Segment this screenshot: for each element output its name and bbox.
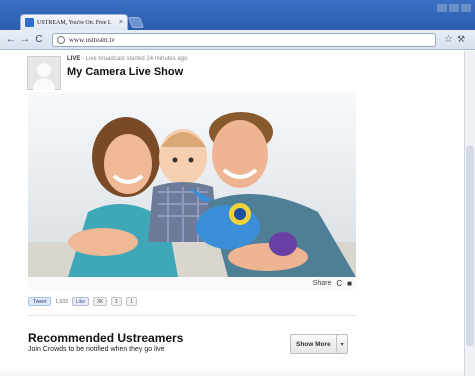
recommended-title: Recommended Ustreamers <box>28 331 184 345</box>
minimize-button[interactable] <box>437 4 447 12</box>
share-button[interactable]: Share <box>313 280 332 287</box>
ustream-favicon-icon <box>25 18 34 27</box>
back-icon[interactable]: ← <box>4 34 18 45</box>
like-count: 3K <box>93 297 108 306</box>
tab-title: USTREAM, You're On. Free L <box>37 19 112 26</box>
new-tab-button[interactable] <box>127 17 145 28</box>
address-bar[interactable]: www.ustream.tv <box>52 32 436 47</box>
wrench-menu-icon[interactable]: ⚒ <box>457 34 465 45</box>
page-bottom-fade <box>0 368 464 376</box>
share-count: 1 <box>126 297 138 306</box>
live-status-line: LIVE - Live broadcast started 24 minutes… <box>67 56 187 62</box>
video-frame-image <box>28 92 356 277</box>
fullscreen-icon[interactable]: ■ <box>347 279 352 288</box>
window-controls <box>437 4 471 12</box>
social-bar: Tweet 1,633 Like 3K Σ 1 <box>28 297 138 306</box>
tweet-button[interactable]: Tweet <box>28 297 52 306</box>
show-more-button[interactable]: Show More ▾ <box>290 334 348 354</box>
recommended-subtitle: Join Crowds to be notified when they go … <box>28 346 165 353</box>
player-controls: Share C ■ <box>28 277 356 290</box>
show-more-label[interactable]: Show More <box>291 341 336 348</box>
browser-toolbar: ← → C www.ustream.tv ☆ ⚒ <box>0 30 475 50</box>
tweet-count: 1,633 <box>55 298 68 305</box>
close-window-button[interactable] <box>461 4 471 12</box>
url-text[interactable]: www.ustream.tv <box>69 36 115 44</box>
maximize-button[interactable] <box>449 4 459 12</box>
live-status-text: - Live broadcast started 24 minutes ago <box>80 56 188 62</box>
scrollbar-thumb[interactable] <box>466 146 474 346</box>
reload-icon[interactable]: C <box>32 34 46 45</box>
page-icon <box>57 35 65 44</box>
avatar-body <box>33 78 55 90</box>
browser-tab[interactable]: USTREAM, You're On. Free L × <box>20 14 128 30</box>
share-count-button[interactable]: Σ <box>111 297 123 306</box>
avatar-head <box>37 63 51 77</box>
vertical-scrollbar[interactable] <box>464 51 475 376</box>
like-button[interactable]: Like <box>71 297 90 306</box>
forward-icon[interactable]: → <box>18 34 32 45</box>
section-divider <box>28 315 356 316</box>
live-badge: LIVE <box>67 56 81 62</box>
broadcaster-avatar[interactable] <box>27 56 61 90</box>
tab-close-icon[interactable]: × <box>119 19 123 26</box>
refresh-icon[interactable]: C <box>336 279 342 288</box>
bookmark-star-icon[interactable]: ☆ <box>444 34 453 45</box>
show-title[interactable]: My Camera Live Show <box>67 66 183 78</box>
chevron-down-icon[interactable]: ▾ <box>336 335 347 353</box>
video-player[interactable] <box>28 92 356 277</box>
browser-titlebar: USTREAM, You're On. Free L × <box>0 0 475 30</box>
